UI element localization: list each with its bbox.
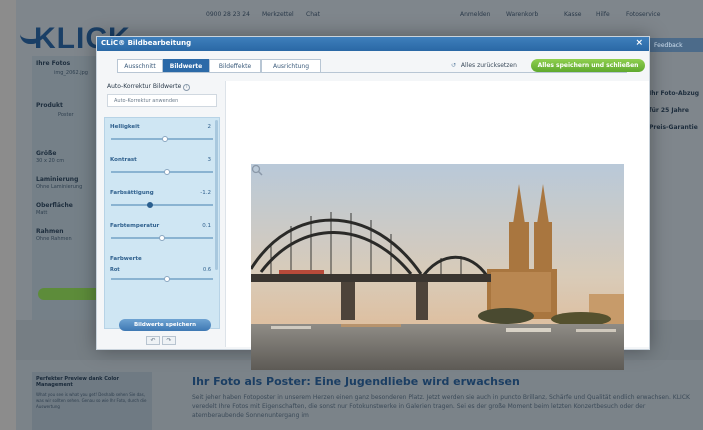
slider-farbsaettigung: Farbsättigung -1.2 <box>105 184 219 220</box>
help-link[interactable]: Hilfe <box>596 11 610 18</box>
slider-track[interactable] <box>111 169 213 175</box>
oberflaeche-value: Matt <box>36 210 48 216</box>
wishlist-link[interactable]: Merkzettel <box>262 11 294 18</box>
slider-farbtemperatur: Farbtemperatur 0.1 <box>105 217 219 253</box>
tab-bildeffekte[interactable]: Bildeffekte <box>209 59 261 72</box>
slider-label: Helligkeit <box>110 124 140 130</box>
fotos-value: img_2062.jpg <box>54 70 88 76</box>
guarantee-info: Ihr Foto-Abzug für 25 Jahre Preis-Garant… <box>649 90 703 141</box>
save-all-close-button[interactable]: Alles speichern und schließen <box>531 59 645 72</box>
article-headline: Ihr Foto als Poster: Eine Jugendliebe wi… <box>192 375 520 388</box>
chat-link[interactable]: Chat <box>306 11 320 18</box>
cart-link[interactable]: Warenkorb <box>506 11 538 18</box>
article-paragraph: Seit jeher haben Fotoposter in unserem H… <box>192 394 690 419</box>
rahmen-value: Ohne Rahmen <box>36 236 72 242</box>
slider-farbwerte: Farbwerte Rot 0.6 <box>105 250 219 290</box>
auto-correct-heading: Auto-Korrektur Bildwerte i <box>107 83 191 91</box>
cologne-bridge-photo <box>251 164 624 370</box>
undo-button[interactable]: ↶ <box>146 336 160 345</box>
dialog-title: CLiC® Bildbearbeitung <box>101 39 192 47</box>
slider-value: 2 <box>207 124 212 130</box>
guarantee-line-1: Ihr Foto-Abzug <box>649 90 700 97</box>
auto-correct-button[interactable]: Auto-Korrektur anwenden <box>107 94 217 107</box>
slider-track[interactable] <box>111 136 213 142</box>
slider-thumb[interactable] <box>163 169 170 175</box>
slider-thumb[interactable] <box>161 136 168 142</box>
info-icon[interactable]: i <box>183 84 191 91</box>
redo-button[interactable]: ↷ <box>162 336 176 345</box>
oberflaeche-label: Oberfläche <box>36 202 73 209</box>
feedback-tab[interactable]: Feedback <box>648 38 703 52</box>
slider-track[interactable] <box>111 202 213 208</box>
slider-value: 3 <box>207 157 212 163</box>
tab-ausrichtung[interactable]: Ausrichtung <box>261 59 321 72</box>
checkout-link[interactable]: Kasse <box>564 11 581 18</box>
produkt-value: Poster <box>58 112 74 118</box>
reset-icon: ↺ <box>451 62 457 69</box>
laminierung-value: Ohne Laminierung <box>36 184 83 190</box>
dialog-titlebar[interactable]: CLiC® Bildbearbeitung × <box>97 37 649 51</box>
slider-track[interactable] <box>111 235 213 241</box>
phone-link[interactable]: 0900 28 23 24 <box>206 11 250 18</box>
slider-thumb[interactable] <box>163 276 170 282</box>
zoom-icon[interactable] <box>251 164 263 176</box>
color-management-text: What you see is what you get! Deshalb se… <box>36 392 147 409</box>
slider-thumb[interactable] <box>159 235 165 241</box>
slider-value: 0.6 <box>203 267 211 273</box>
slider-thumb[interactable] <box>147 202 154 208</box>
image-values-panel: Auto-Korrektur Bildwerte i Auto-Korrektur… <box>102 79 226 345</box>
groesse-label: Größe <box>36 150 57 157</box>
groesse-value: 30 x 20 cm <box>36 158 65 164</box>
fotos-label: Ihre Fotos <box>36 60 71 67</box>
slider-track[interactable] <box>111 276 213 282</box>
close-icon[interactable]: × <box>635 38 643 48</box>
fotoservice-link[interactable]: Fotoservice <box>626 11 660 18</box>
guarantee-line-2: für 25 Jahre <box>649 107 689 114</box>
reset-all-link[interactable]: ↺ Alles zurücksetzen <box>451 62 517 69</box>
slider-label: Farbsättigung <box>110 190 154 196</box>
laminierung-label: Laminierung <box>36 176 79 183</box>
guarantee-line-3: Preis-Garantie <box>649 124 698 131</box>
produkt-label: Produkt <box>36 102 63 109</box>
image-editor-dialog: CLiC® Bildbearbeitung × Ausschnitt Bildw… <box>96 36 650 370</box>
slider-sublabel: Rot <box>110 267 120 273</box>
content-section: Perfekter Preview dank Color Management … <box>16 360 703 430</box>
slider-list: Helligkeit 2 Kontrast 3 Farbsättigung -1… <box>104 117 220 329</box>
slider-helligkeit: Helligkeit 2 <box>105 118 219 154</box>
save-values-button[interactable]: Bildwerte speichern <box>119 319 211 331</box>
auto-correct-heading-text: Auto-Korrektur Bildwerte <box>107 83 182 90</box>
color-management-title: Perfekter Preview dank Color Management <box>36 376 119 388</box>
tab-ausschnitt[interactable]: Ausschnitt <box>117 59 163 72</box>
tabs-divider <box>117 72 627 73</box>
rahmen-label: Rahmen <box>36 228 64 235</box>
reset-all-label: Alles zurücksetzen <box>460 62 517 69</box>
slider-label: Farbtemperatur <box>110 223 160 229</box>
slider-label: Farbwerte <box>110 256 142 262</box>
slider-value: 0.1 <box>202 223 211 229</box>
tab-bildwerte[interactable]: Bildwerte <box>163 59 209 72</box>
slider-kontrast: Kontrast 3 <box>105 151 219 187</box>
slider-value: -1.2 <box>200 190 211 196</box>
login-link[interactable]: Anmelden <box>460 11 490 18</box>
top-bar: 0900 28 23 24 Merkzettel Chat Anmelden W… <box>16 8 703 22</box>
color-management-box: Perfekter Preview dank Color Management … <box>32 372 152 430</box>
photo-preview <box>225 81 649 370</box>
slider-label: Kontrast <box>110 157 137 163</box>
